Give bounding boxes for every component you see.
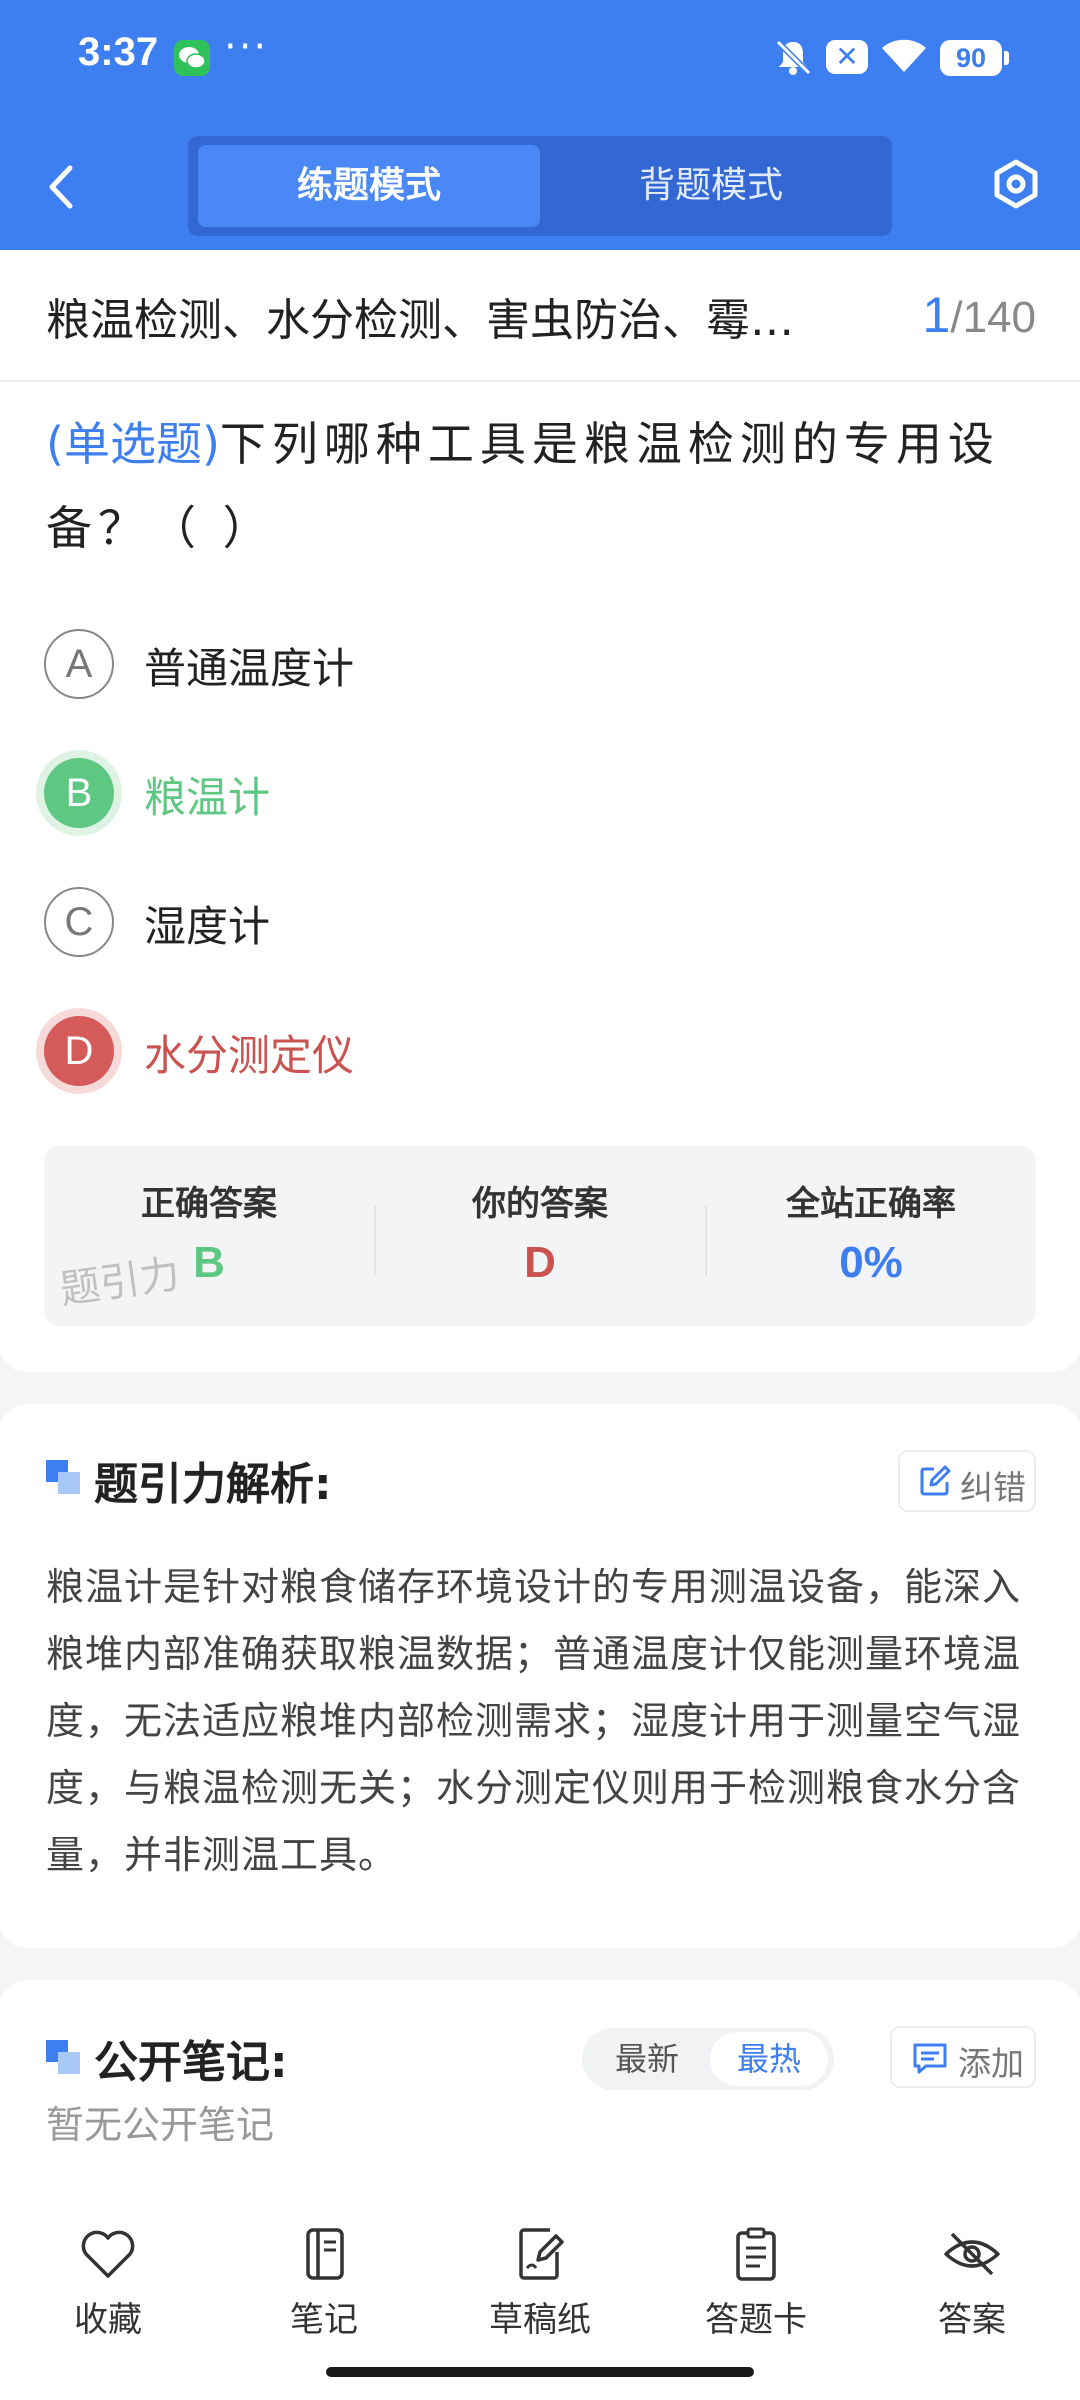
status-more-dots: ··· (224, 24, 269, 70)
option-b[interactable]: B 粮温计 (44, 754, 944, 834)
answer-card-icon (736, 2227, 776, 2281)
favorite-button[interactable]: 收藏 (28, 2226, 188, 2356)
question-type: (单选题) (46, 417, 220, 471)
current-question-number: 1 (922, 287, 951, 343)
option-c[interactable]: C 湿度计 (44, 883, 944, 963)
progress-separator: / (950, 293, 963, 342)
wifi-icon (880, 36, 928, 80)
draft-paper-button[interactable]: 草稿纸 (460, 2226, 620, 2356)
tab-practice-mode[interactable]: 练题模式 (198, 145, 540, 227)
add-note-label: 添加 (958, 2044, 1024, 2083)
notes-sort-switch: 最新 最热 (582, 2028, 834, 2090)
report-error-label: 纠错 (960, 1468, 1026, 1507)
status-time: 3:37 (78, 30, 159, 74)
add-note-button[interactable]: 添加 (890, 2026, 1036, 2088)
edit-icon (918, 1464, 952, 1506)
wechat-icon (174, 40, 210, 76)
show-answer-button[interactable]: 答案 (892, 2226, 1052, 2356)
draft-icon (519, 2228, 564, 2280)
option-text: 粮温计 (144, 773, 271, 822)
option-text: 普通温度计 (144, 644, 355, 693)
correct-answer-label: 正确答案 (141, 1184, 277, 1224)
comment-icon (912, 2042, 948, 2084)
option-a[interactable]: A 普通温度计 (44, 625, 944, 705)
top-header: 3:37 ··· ✕ 90 练题模式 背题模式 (0, 0, 1080, 250)
mode-switch: 练题模式 背题模式 (188, 136, 892, 236)
sort-hottest[interactable]: 最热 (710, 2032, 828, 2086)
settings-icon[interactable] (990, 158, 1042, 214)
your-answer-column: 你的答案 D (375, 1146, 705, 1326)
answer-card-button[interactable]: 答题卡 (676, 2226, 836, 2356)
notebook-icon (306, 2228, 344, 2280)
option-letter: B (44, 758, 114, 828)
answer-card-label: 答题卡 (705, 2300, 807, 2340)
option-letter: C (44, 887, 114, 957)
eye-off-icon (944, 2232, 1000, 2276)
heart-icon (81, 2230, 135, 2278)
show-answer-label: 答案 (938, 2300, 1006, 2340)
empty-notes-text: 暂无公开笔记 (46, 2103, 275, 2147)
question-category: 粮温检测、水分检测、害虫防治、霉… (46, 295, 794, 346)
back-icon[interactable] (44, 164, 78, 214)
battery-icon: 90 (940, 40, 1009, 76)
sort-latest[interactable]: 最新 (588, 2032, 706, 2086)
question-card: 粮温检测、水分检测、害虫防治、霉… 1/140 (单选题)下列哪种工具是粮温检测… (0, 250, 1080, 1372)
option-text: 水分测定仪 (144, 1031, 355, 1080)
xbox-icon: ✕ (826, 40, 868, 74)
question-stem: (单选题)下列哪种工具是粮温检测的专用设备？（ ） (46, 402, 1036, 570)
option-d[interactable]: D 水分测定仪 (44, 1012, 944, 1092)
notes-label: 笔记 (290, 2300, 358, 2340)
tab-memorize-mode[interactable]: 背题模式 (540, 145, 882, 227)
home-indicator[interactable] (326, 2367, 754, 2377)
draft-paper-label: 草稿纸 (489, 2300, 591, 2340)
accuracy-rate-column: 全站正确率 0% (706, 1146, 1036, 1326)
notes-button[interactable]: 笔记 (244, 2226, 404, 2356)
your-answer-value: D (524, 1238, 556, 1287)
total-question-count: 140 (962, 293, 1036, 342)
accuracy-rate-label: 全站正确率 (786, 1184, 956, 1224)
accuracy-rate-value: 0% (839, 1238, 903, 1287)
bell-off-icon (772, 36, 814, 82)
option-letter: D (44, 1016, 114, 1086)
analysis-card: 题引力解析: 纠错 粮温计是针对粮食储存环境设计的专用测温设备，能深入粮堆内部准… (0, 1404, 1080, 1948)
section-bullet-icon (46, 1460, 82, 1496)
your-answer-label: 你的答案 (472, 1184, 608, 1224)
option-text: 湿度计 (144, 902, 271, 951)
question-header: 粮温检测、水分检测、害虫防治、霉… 1/140 (0, 250, 1080, 382)
question-progress: 1/140 (923, 286, 1036, 344)
answer-summary: 正确答案 B 你的答案 D 全站正确率 0% 题引力 (44, 1146, 1036, 1326)
section-bullet-icon (46, 2040, 82, 2076)
analysis-text: 粮温计是针对粮食储存环境设计的专用测温设备，能深入粮堆内部准确获取粮温数据；普通… (46, 1565, 1022, 1877)
option-letter: A (44, 629, 114, 699)
analysis-title: 题引力解析: (94, 1459, 332, 1510)
report-error-button[interactable]: 纠错 (898, 1450, 1036, 1512)
favorite-label: 收藏 (74, 2300, 142, 2340)
public-notes-title: 公开笔记: (94, 2037, 288, 2088)
